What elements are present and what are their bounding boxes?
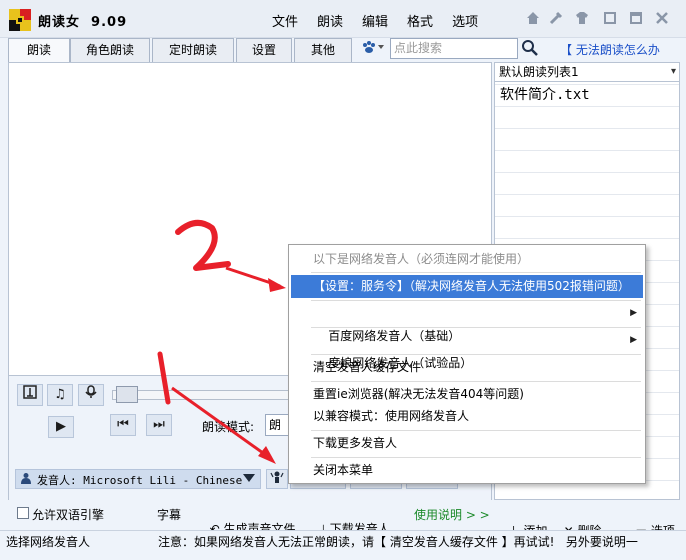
usage-guide-link[interactable]: 使用说明 > > <box>414 506 490 523</box>
text-mode-button[interactable] <box>17 384 43 406</box>
menu-read[interactable]: 朗读 <box>317 11 343 30</box>
menu-edit[interactable]: 编辑 <box>362 11 388 30</box>
voice-select-value: 发音人: Microsoft Lili - Chinese <box>37 474 243 487</box>
menu-separator <box>311 354 641 355</box>
menu-separator <box>311 272 641 273</box>
read-mode-label: 朗读模式: <box>202 420 255 434</box>
menu-item-reset-ie[interactable]: 重置ie浏览器(解决无法发音404等问题) <box>291 383 643 406</box>
dual-engine-checkbox[interactable] <box>17 507 29 519</box>
menu-file[interactable]: 文件 <box>272 11 298 30</box>
tab-role-read[interactable]: 角色朗读 <box>70 38 150 62</box>
menu-bar: 文件 朗读 编辑 格式 选项 <box>272 11 497 30</box>
person-icon <box>20 472 32 487</box>
tab-settings[interactable]: 设置 <box>236 38 292 62</box>
menu-separator <box>311 430 641 431</box>
chevron-down-icon <box>243 474 255 482</box>
close-icon[interactable] <box>653 10 671 28</box>
submenu-arrow-icon: ▶ <box>630 308 637 318</box>
music-icon[interactable]: ♫ <box>47 384 73 406</box>
playlist-select-value: 默认朗读列表1 <box>499 65 579 79</box>
menu-header: 以下是网络发音人（必须连网才能使用） <box>313 252 530 266</box>
menu-item-close-menu[interactable]: 关闭本菜单 <box>291 459 643 482</box>
tool-icon[interactable] <box>547 10 565 28</box>
menu-format[interactable]: 格式 <box>407 11 433 30</box>
submenu-arrow-icon: ▶ <box>630 335 637 345</box>
subtitle-button[interactable]: 字幕 <box>157 506 181 523</box>
shirt-icon[interactable] <box>573 10 591 28</box>
menu-separator <box>311 457 641 458</box>
menu-item-download-more[interactable]: 下载更多发音人 <box>291 432 643 455</box>
search-input[interactable]: 点此搜索 <box>390 38 518 59</box>
paw-dropdown-icon[interactable] <box>360 39 388 59</box>
menu-item-compat-mode[interactable]: 以兼容模式：使用网络发音人 <box>291 405 643 428</box>
menu-item-duniang-voice[interactable]: 度娘网络发音人（试验品） ▶ <box>291 329 643 370</box>
playlist-select[interactable]: 默认朗读列表1 ▾ <box>494 62 680 82</box>
voice-context-menu: 以下是网络发音人（必须连网才能使用） 【设置：服务令】（解决网络发音人无法使用5… <box>288 244 646 484</box>
microphone-icon[interactable] <box>78 384 104 406</box>
restore-icon[interactable] <box>601 10 619 28</box>
menu-item-service-token[interactable]: 【设置：服务令】（解决网络发音人无法使用502报错问题） <box>291 275 643 298</box>
playlist-file-item[interactable]: 软件简介.txt <box>500 84 590 104</box>
tab-timed-read[interactable]: 定时朗读 <box>152 38 234 62</box>
previous-icon[interactable]: ⏮ <box>110 414 136 436</box>
home-icon[interactable] <box>524 10 542 28</box>
app-logo-icon <box>9 9 31 31</box>
status-left: 选择网络发音人 <box>6 535 91 549</box>
app-title: 朗读女 9.09 <box>38 15 128 30</box>
menu-item-baidu-voice[interactable]: 百度网络发音人（基础） ▶ <box>291 302 643 343</box>
menu-options[interactable]: 选项 <box>452 11 478 30</box>
play-icon[interactable]: ▶ <box>48 416 74 438</box>
minimize-icon[interactable] <box>627 10 645 28</box>
status-right: 注意：如果网络发音人无法正常朗读，请【 清空发音人缓存文件 】再试试! 另外要说… <box>158 535 638 549</box>
voice-menu-button[interactable] <box>266 469 288 489</box>
next-icon[interactable]: ⏭ <box>146 414 172 436</box>
chevron-down-icon: ▾ <box>670 66 676 77</box>
tab-other[interactable]: 其他 <box>294 38 352 62</box>
search-icon[interactable] <box>521 39 539 57</box>
speed-slider-thumb[interactable] <box>116 386 138 403</box>
menu-separator <box>311 327 641 328</box>
menu-separator <box>311 381 641 382</box>
help-link[interactable]: 【 无法朗读怎么办 <box>560 41 660 58</box>
dual-engine-label: 允许双语引擎 <box>32 508 105 522</box>
menu-item-clear-cache[interactable]: 清空发音人缓存文件 <box>291 356 643 379</box>
menu-separator <box>311 300 641 301</box>
tab-read[interactable]: 朗读 <box>8 38 70 63</box>
